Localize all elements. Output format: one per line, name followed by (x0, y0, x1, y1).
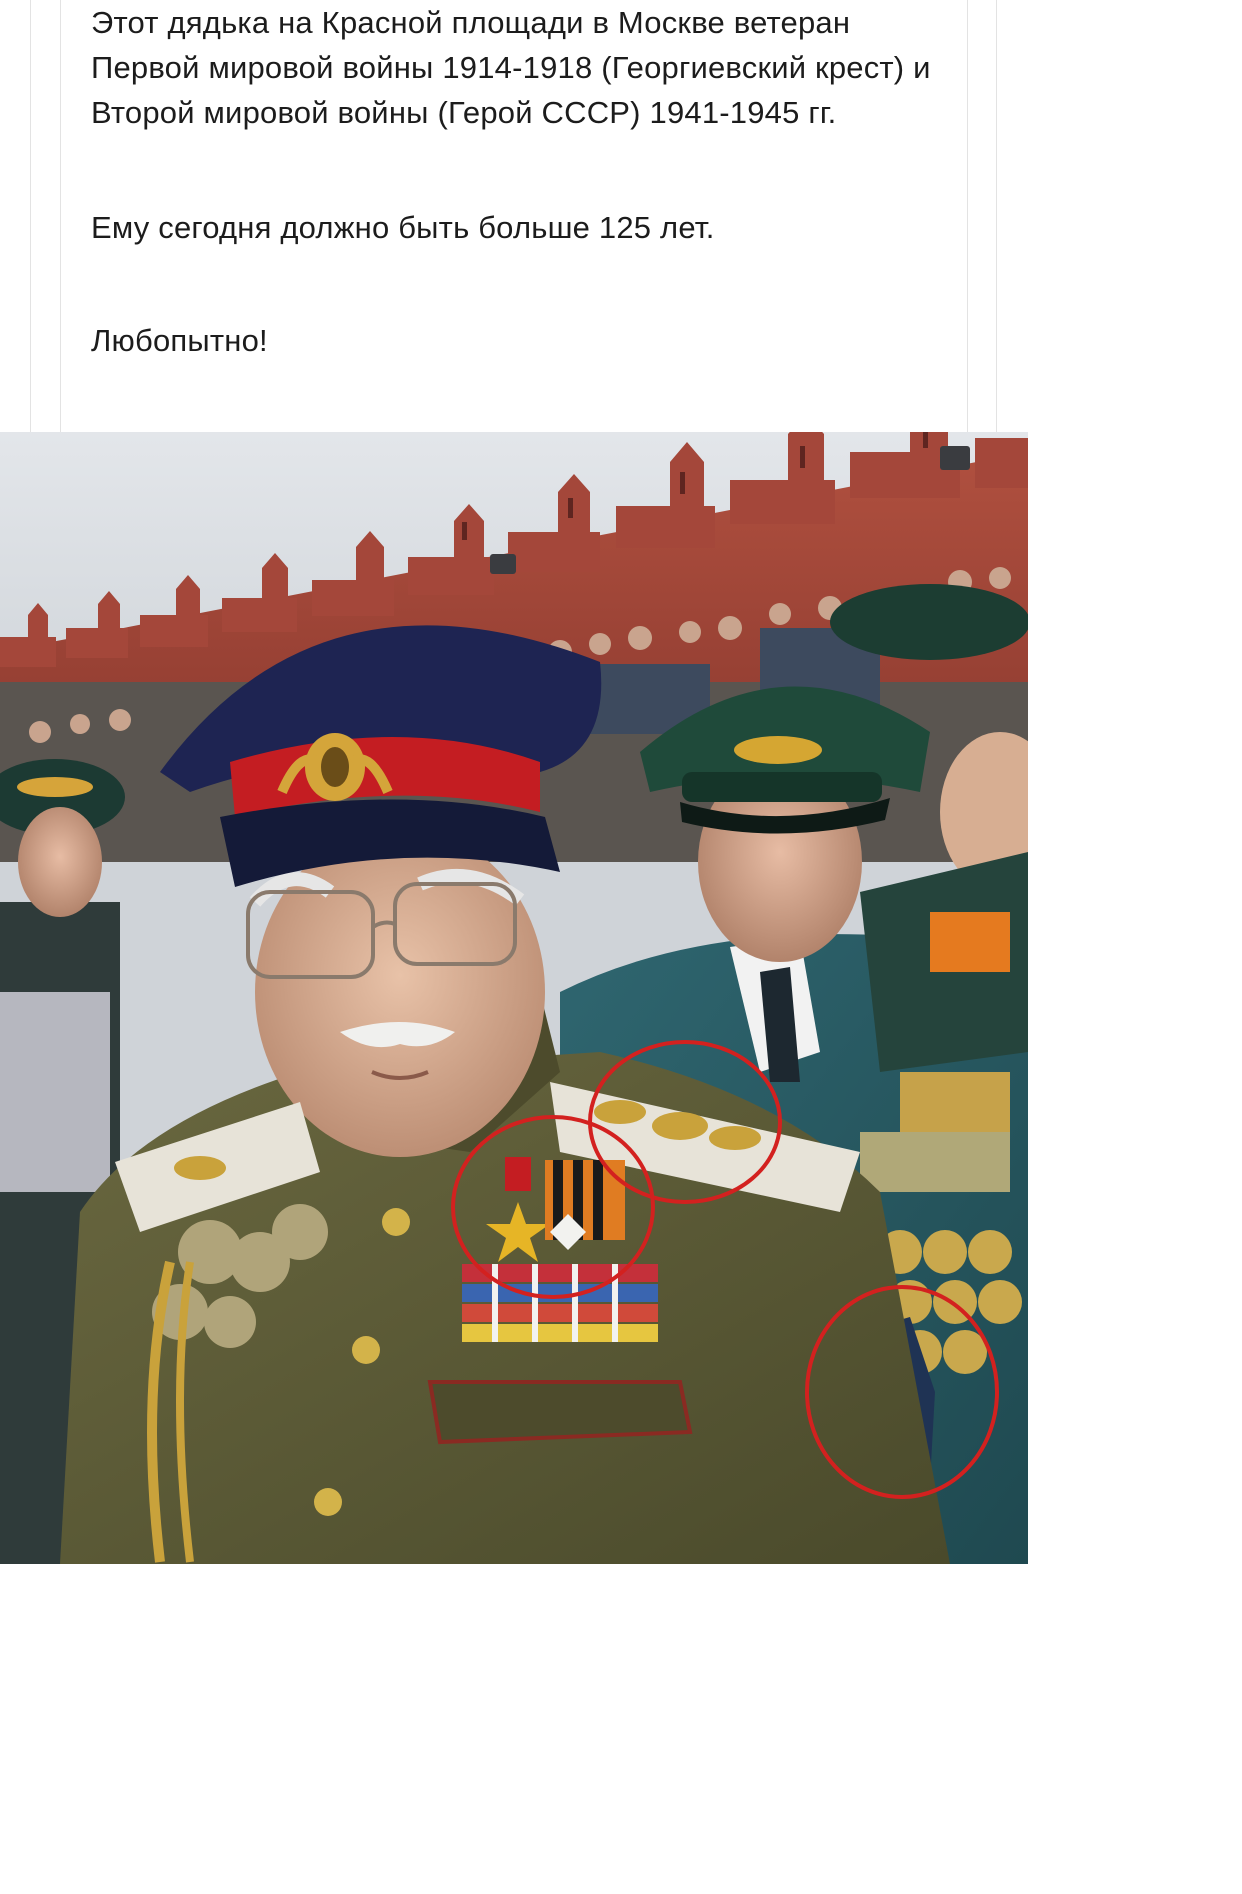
post-body: Этот дядька на Красной площади в Москве … (91, 0, 951, 363)
post-photo[interactable] (0, 432, 1028, 1564)
post-inner-right-border (967, 0, 968, 432)
post-paragraph: Ему сегодня должно быть больше 125 лет. (91, 210, 715, 245)
veteran-parade-photo (0, 432, 1028, 1564)
post-paragraph: Этот дядька на Красной площади в Москве … (91, 5, 931, 130)
post-inner-left-border (60, 0, 61, 432)
post-right-border (996, 0, 997, 432)
post-left-border (30, 0, 31, 432)
bottom-border (0, 1564, 1028, 1568)
post-card: Этот дядька на Красной площади в Москве … (0, 0, 1028, 432)
post-paragraph: Любопытно! (91, 323, 268, 358)
